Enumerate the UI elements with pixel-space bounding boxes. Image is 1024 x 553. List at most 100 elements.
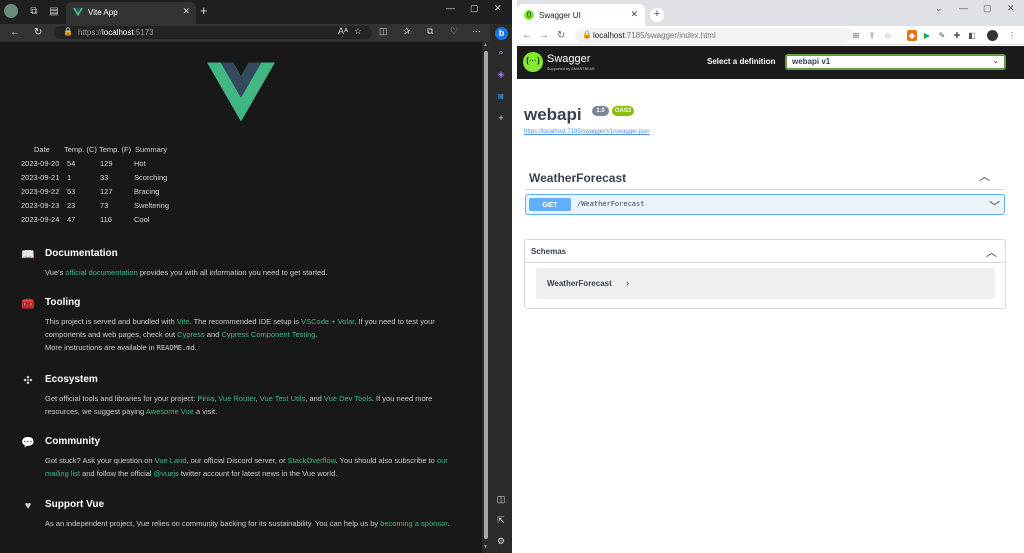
extensions-icon[interactable]: ♡	[450, 26, 458, 37]
scrollbar-thumb[interactable]	[484, 51, 488, 539]
schema-model-weatherforecast[interactable]: WeatherForecast ›	[536, 268, 995, 299]
chevron-down-icon: ⌄	[992, 56, 999, 65]
maximize-icon[interactable]: ▢	[470, 3, 479, 14]
become-sponsor-link[interactable]: becoming a sponsor	[380, 519, 447, 528]
section-title: Community	[45, 436, 100, 447]
forward-icon[interactable]: →	[539, 29, 549, 42]
profile-avatar[interactable]	[987, 30, 998, 41]
bing-icon[interactable]: b	[495, 27, 508, 40]
schemas-title[interactable]: Schemas	[531, 247, 566, 256]
cell-summary: Hot	[134, 159, 146, 168]
vscode-link[interactable]: VSCode	[301, 317, 329, 326]
chevron-down-icon[interactable]: ⌄	[935, 3, 943, 14]
tab-close-icon[interactable]: ✕	[630, 9, 638, 20]
collections-icon[interactable]: ⧉	[427, 26, 433, 37]
favorites-icon[interactable]: ✰	[403, 26, 411, 37]
column-header: Temp. (C)	[64, 145, 97, 154]
official-docs-link[interactable]: official documentation	[65, 268, 137, 277]
get-weatherforecast-operation[interactable]: GET /WeatherForecast ﹀	[525, 194, 1005, 215]
chevron-up-icon[interactable]: ︿	[979, 168, 990, 184]
definition-select[interactable]: webapi v1 ⌄	[785, 54, 1006, 70]
minimize-icon[interactable]: —	[446, 3, 455, 13]
cell-date: 2023-09-22	[21, 187, 60, 196]
tab-swagger-ui[interactable]: {} Swagger UI ✕	[517, 4, 645, 26]
extensions-puzzle-icon[interactable]: ✚	[952, 30, 962, 41]
section-community: 💬 Community Got stuck? Ask your question…	[21, 436, 471, 486]
url-field[interactable]: 🔒 https://localhost:5173	[54, 26, 372, 39]
cypress-link[interactable]: Cypress	[177, 330, 205, 339]
refresh-icon[interactable]: ↻	[557, 29, 565, 42]
metamask-extension-icon[interactable]: ◆	[907, 30, 917, 41]
install-app-icon[interactable]: ⊞	[851, 30, 861, 41]
shopping-icon[interactable]: ◈	[495, 68, 507, 80]
vue-dev-tools-link[interactable]: Vue Dev Tools	[324, 394, 372, 403]
share-icon[interactable]: ⇪	[867, 30, 877, 41]
new-tab-button[interactable]: +	[200, 4, 208, 18]
vue-test-utils-link[interactable]: Vue Test Utils	[260, 394, 305, 403]
volar-link[interactable]: Volar	[338, 317, 355, 326]
toolbox-icon: 🧰	[21, 298, 35, 310]
tag-title[interactable]: WeatherForecast	[529, 171, 626, 185]
read-aloud-icon[interactable]: Aᴬ	[338, 26, 348, 36]
minimize-icon[interactable]: —	[959, 3, 968, 13]
cell-temp-c: 23	[67, 201, 76, 210]
back-icon[interactable]: ←	[522, 29, 532, 42]
sidebar-layout-icon[interactable]: ◫	[495, 493, 507, 505]
vue-router-link[interactable]: Vue Router	[218, 394, 255, 403]
tab-actions-icon[interactable]: ▤	[46, 4, 62, 20]
close-window-icon[interactable]: ✕	[494, 3, 502, 14]
swagger-logo-icon[interactable]: {···}	[523, 52, 543, 72]
chevron-up-icon[interactable]: ︿	[986, 244, 997, 260]
profile-avatar[interactable]	[4, 4, 18, 18]
scroll-down-icon[interactable]: ▼	[483, 544, 488, 550]
settings-gear-icon[interactable]: ⚙	[495, 535, 507, 547]
maximize-icon[interactable]: ▢	[983, 3, 992, 14]
spec-json-link[interactable]: https://localhost:7185/swagger/v1/swagge…	[524, 129, 650, 135]
section-title: Tooling	[45, 297, 81, 308]
cell-summary: Scorching	[134, 173, 168, 182]
refresh-icon[interactable]: ↻	[34, 26, 42, 39]
url-field[interactable]: 🔒 localhost:7185/swagger/index.html	[575, 28, 852, 43]
more-menu-icon[interactable]: ⋮	[1007, 30, 1017, 41]
swagger-brand: Swagger	[547, 53, 591, 65]
new-tab-button[interactable]: +	[650, 8, 664, 22]
close-window-icon[interactable]: ✕	[1007, 3, 1015, 14]
split-screen-icon[interactable]: ◫	[379, 26, 388, 37]
cell-temp-f: 116	[100, 215, 112, 224]
chevron-right-icon: ›	[626, 278, 629, 288]
more-menu-icon[interactable]: ⋯	[472, 26, 481, 37]
left-address-bar: ← ↻ 🔒 https://localhost:5173 Aᴬ ☆ ◫ ✰ ⧉ …	[0, 24, 490, 41]
workspaces-icon[interactable]: ⧉	[26, 4, 42, 20]
side-panel-icon[interactable]: ◧	[967, 30, 977, 41]
body-text: .	[447, 519, 450, 528]
awesome-vue-link[interactable]: Awesome Vue	[146, 407, 194, 416]
back-icon[interactable]: ←	[10, 26, 20, 39]
cell-temp-c: 1	[67, 173, 72, 182]
tab-close-icon[interactable]: ✕	[182, 6, 190, 17]
cell-summary: Sweltering	[134, 201, 170, 210]
vite-link[interactable]: Vite	[177, 317, 190, 326]
scroll-up-icon[interactable]: ▲	[483, 42, 488, 48]
section-tooling: 🧰 Tooling This project is served and bun…	[21, 297, 471, 357]
add-sidebar-app-icon[interactable]: +	[495, 112, 507, 124]
outlook-icon[interactable]: ◙	[495, 90, 507, 102]
search-icon[interactable]: ⌕	[495, 46, 507, 58]
body-text: provides you with all information you ne…	[137, 268, 328, 277]
column-header: Temp. (F)	[99, 145, 132, 154]
body-text: More instructions are available in	[45, 343, 157, 352]
left-scrollbar[interactable]: ▲ ▼	[482, 41, 490, 553]
play-extension-icon[interactable]: ▶	[922, 30, 932, 41]
vuejs-twitter-link[interactable]: @vuejs	[154, 469, 179, 478]
vue-land-link[interactable]: Vue Land	[155, 456, 187, 465]
tab-vite-app[interactable]: Vite App ✕	[66, 2, 196, 24]
body-text: As an independent project, Vue relies on…	[45, 519, 381, 528]
pinia-link[interactable]: Pinia	[197, 394, 214, 403]
cypress-component-testing-link[interactable]: Cypress Component Testing	[221, 330, 315, 339]
section-body: Vue's official documentation provides yo…	[45, 266, 465, 279]
stackoverflow-link[interactable]: StackOverflow	[288, 456, 336, 465]
favorite-star-icon[interactable]: ☆	[354, 26, 362, 37]
bookmark-star-icon[interactable]: ☆	[883, 30, 893, 41]
body-text: and	[204, 330, 222, 339]
external-link-icon[interactable]: ⇱	[495, 514, 507, 526]
extension-icon[interactable]: ✎	[937, 30, 947, 41]
